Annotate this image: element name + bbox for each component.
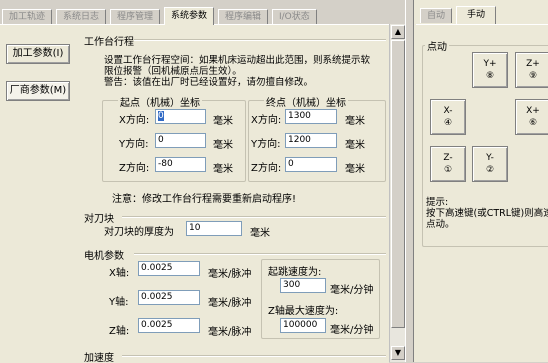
tab-system-parameters[interactable]: 系统参数 <box>164 7 215 25</box>
tool-block-label: 对刀块的厚度为 <box>104 227 174 238</box>
pane-splitter[interactable] <box>405 0 414 362</box>
end-z-unit: 毫米 <box>345 164 365 175</box>
start-speed-label: 起跳速度为: <box>268 267 322 278</box>
end-coordinates-title: 终点（机械）坐标 <box>264 94 348 109</box>
start-speed-unit: 毫米/分钟 <box>330 285 374 296</box>
start-z-label: Z方向: <box>119 163 150 174</box>
end-y-input[interactable]: 1200 <box>285 133 337 148</box>
tab-manual[interactable]: 手动 <box>456 6 497 24</box>
start-z-input[interactable]: -80 <box>155 157 206 172</box>
hint-line2: 点动。 <box>426 219 455 230</box>
motor-z-label: Z轴: <box>109 326 130 337</box>
start-coordinates-title: 起点（机械）坐标 <box>118 94 202 109</box>
tab-system-log[interactable]: 系统日志 <box>56 9 107 24</box>
scroll-up-arrow-icon[interactable]: ▲ <box>391 25 405 39</box>
manufacturer-parameters-button[interactable]: 厂商参数(M) <box>6 81 70 101</box>
tab-auto[interactable]: 自动 <box>420 8 453 23</box>
motor-title: 电机参数 <box>84 251 124 262</box>
end-x-unit: 毫米 <box>345 116 365 127</box>
end-z-input[interactable]: 0 <box>285 157 337 172</box>
tool-block-unit: 毫米 <box>250 228 270 239</box>
system-parameters-panel: 工作台行程 设置工作台行程空间：如果机床运动超出此范围，则系统提示软 限位报警（… <box>78 24 389 363</box>
motor-x-unit: 毫米/脉冲 <box>208 269 252 280</box>
end-y-unit: 毫米 <box>345 140 365 151</box>
end-x-label: X方向: <box>251 115 282 126</box>
z-max-speed-unit: 毫米/分钟 <box>330 325 374 336</box>
y-plus-button[interactable]: Y+ ⑧ <box>472 52 508 88</box>
motor-z-input[interactable]: 0.0025 <box>138 318 200 333</box>
acceleration-title: 加速度 <box>84 353 114 363</box>
tab-program-edit[interactable]: 程序编辑 <box>218 9 269 24</box>
start-x-input[interactable]: 0 <box>155 109 206 124</box>
travel-title: 工作台行程 <box>84 37 134 48</box>
motor-z-unit: 毫米/脉冲 <box>208 327 252 338</box>
machining-parameters-button[interactable]: 加工参数(I) <box>6 44 70 64</box>
travel-warning: 警告：该值在出厂时已经设置好，请勿擅自修改。 <box>104 77 314 88</box>
x-minus-button[interactable]: X- ④ <box>430 99 466 135</box>
z-plus-button[interactable]: Z+ ⑨ <box>515 52 548 88</box>
z-max-speed-input[interactable]: 100000 <box>280 318 326 333</box>
motor-y-unit: 毫米/脉冲 <box>208 298 252 309</box>
tab-bar: 加工轨迹 系统日志 程序管理 系统参数 程序编辑 I/O状态 <box>0 0 404 25</box>
end-z-label: Z方向: <box>251 163 282 174</box>
motor-x-input[interactable]: 0.0025 <box>138 261 200 276</box>
left-button-pane: 加工参数(I) 厂商参数(M) <box>0 24 78 363</box>
motor-x-label: X轴: <box>109 268 130 279</box>
z-minus-button[interactable]: Z- ① <box>430 146 466 182</box>
start-x-label: X方向: <box>119 115 150 126</box>
start-speed-input[interactable]: 300 <box>280 278 326 293</box>
scroll-thumb[interactable] <box>391 40 405 328</box>
motor-y-input[interactable]: 0.0025 <box>138 290 200 305</box>
tab-program-management[interactable]: 程序管理 <box>110 9 161 24</box>
start-x-unit: 毫米 <box>213 116 233 127</box>
tool-block-thickness-input[interactable]: 10 <box>186 221 242 236</box>
tab-machining-path[interactable]: 加工轨迹 <box>2 9 53 24</box>
divider <box>134 39 386 41</box>
start-y-label: Y方向: <box>119 139 149 150</box>
end-x-input[interactable]: 1300 <box>285 109 337 124</box>
tab-io-status[interactable]: I/O状态 <box>272 9 317 24</box>
divider <box>134 253 386 255</box>
y-minus-button[interactable]: Y- ② <box>472 146 508 182</box>
restart-note: 注意：修改工作台行程需要重新启动程序! <box>112 194 297 205</box>
z-max-speed-label: Z轴最大速度为: <box>268 306 339 317</box>
x-plus-button[interactable]: X+ ⑥ <box>515 99 548 135</box>
divider <box>122 216 386 218</box>
start-z-unit: 毫米 <box>213 164 233 175</box>
jog-title: 点动 <box>425 38 449 53</box>
divider <box>416 24 548 25</box>
motor-y-label: Y轴: <box>109 297 129 308</box>
divider <box>122 355 386 357</box>
manual-control-pane: 自动 手动 点动 Y+ ⑧ Z+ ⑨ X- ④ X+ ⑥ Z- ① Y- ② 提示: 按下高… <box>414 0 548 362</box>
content-scrollbar[interactable]: ▲ ▼ <box>389 24 406 362</box>
scroll-down-arrow-icon[interactable]: ▼ <box>391 346 405 360</box>
end-y-label: Y方向: <box>251 139 281 150</box>
start-y-unit: 毫米 <box>213 140 233 151</box>
start-y-input[interactable]: 0 <box>155 133 206 148</box>
